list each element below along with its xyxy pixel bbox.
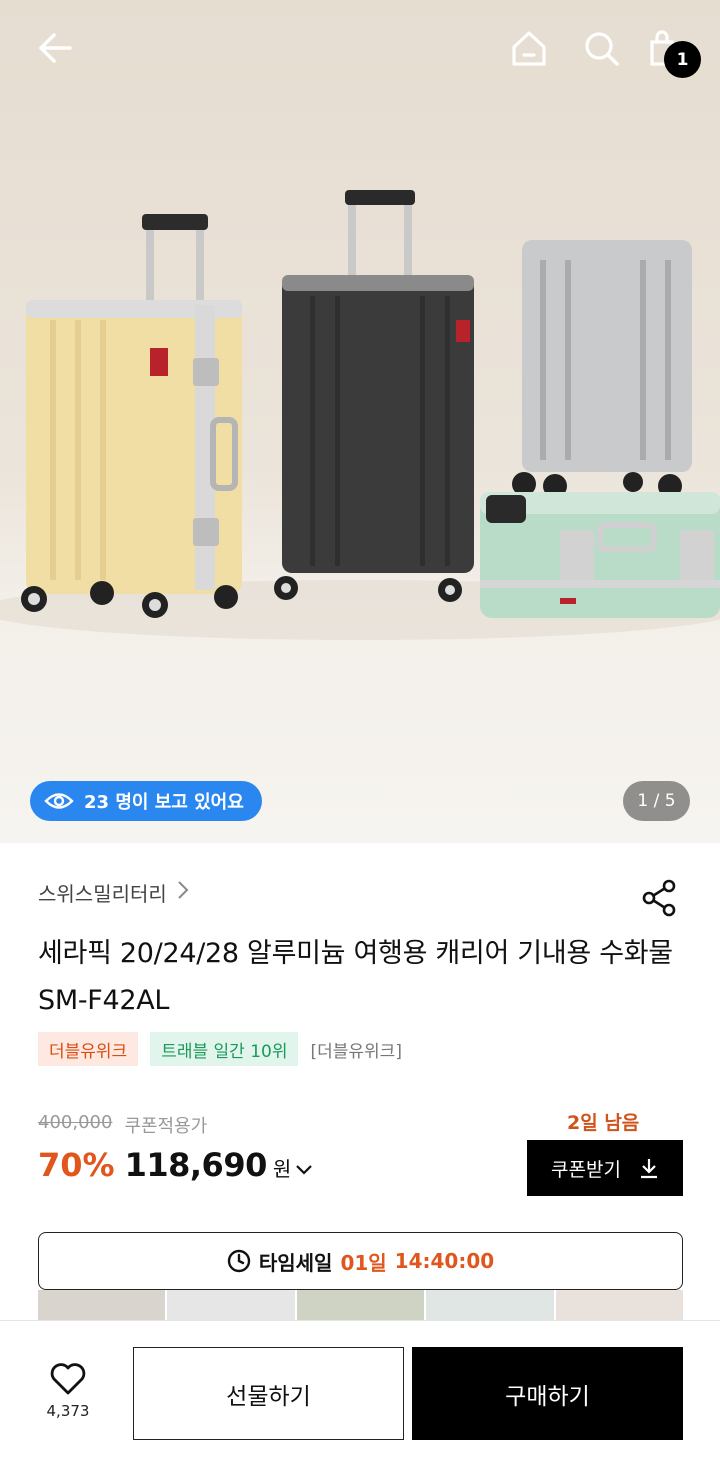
time-sale-countdown: 14:40:00 [394,1249,495,1273]
product-tags: 더블유위크 트래블 일간 10위 [더블유위크] [38,1032,402,1066]
price-row[interactable]: 70% 118,690 원 [38,1146,313,1184]
buy-button[interactable]: 구매하기 [412,1347,683,1440]
thumbnail[interactable] [426,1290,554,1320]
time-sale-days: 01일 [340,1250,387,1275]
back-button[interactable] [34,26,78,70]
thumbnail[interactable] [555,1290,683,1320]
tag-ranking[interactable]: 트래블 일간 10위 [150,1032,299,1066]
product-image[interactable]: 1 23 명이 보고 있어요 1 / 5 [0,0,720,843]
coupon-price-label: 쿠폰적용가 [124,1116,208,1137]
get-coupon-button[interactable]: 쿠폰받기 [527,1140,683,1196]
currency-unit: 원 [272,1157,292,1181]
time-sale-banner: 타임세일 01일 14:40:00 [38,1232,683,1290]
viewers-text: 23 명이 보고 있어요 [84,792,244,813]
gift-button[interactable]: 선물하기 [133,1347,404,1440]
cart-count-badge: 1 [664,41,701,78]
suitcases-illustration [0,190,720,640]
product-title: 세라픽 20/24/28 알루미늄 여행용 캐리어 기내용 수화물 SM-F42… [38,938,673,1016]
chevron-right-icon [177,880,189,905]
eye-icon [44,793,74,809]
original-price-row: 400,000 쿠폰적용가 [38,1112,207,1138]
detail-thumbnails [38,1290,683,1320]
clock-icon [227,1249,251,1273]
back-arrow-icon [39,33,72,63]
download-icon [640,1159,657,1179]
heart-icon [50,1363,86,1395]
search-button[interactable] [579,26,623,70]
sale-price: 118,690 [124,1146,268,1184]
brand-name: 스위스밀리터리 [38,882,167,906]
thumbnail[interactable] [38,1290,166,1320]
discount-rate: 70% [38,1146,115,1184]
search-icon [585,32,619,66]
yellow-suitcase [21,214,242,618]
image-pager: 1 / 5 [623,781,690,821]
coupon-days-left: 2일 남음 [567,1112,640,1134]
time-sale-label: 타임세일 [258,1250,333,1275]
coupon-button-label: 쿠폰받기 [551,1158,621,1181]
like-count: 4,373 [46,1402,90,1420]
chevron-down-icon [295,1161,313,1180]
like-button[interactable]: 4,373 [30,1362,106,1420]
home-button[interactable] [507,26,551,70]
share-button[interactable] [640,878,680,918]
silver-suitcase [512,240,692,498]
tag-event[interactable]: 더블유위크 [38,1032,139,1066]
dark-suitcase [274,190,474,602]
thumbnail[interactable] [167,1290,295,1320]
share-icon [642,879,676,917]
viewers-badge: 23 명이 보고 있어요 [30,781,262,821]
mint-suitcase [480,492,720,618]
original-price: 400,000 [38,1112,113,1133]
tag-promo: [더블유위크] [310,1041,402,1062]
thumbnail[interactable] [296,1290,425,1320]
home-icon [512,31,546,66]
brand-link[interactable]: 스위스밀리터리 [38,878,189,907]
